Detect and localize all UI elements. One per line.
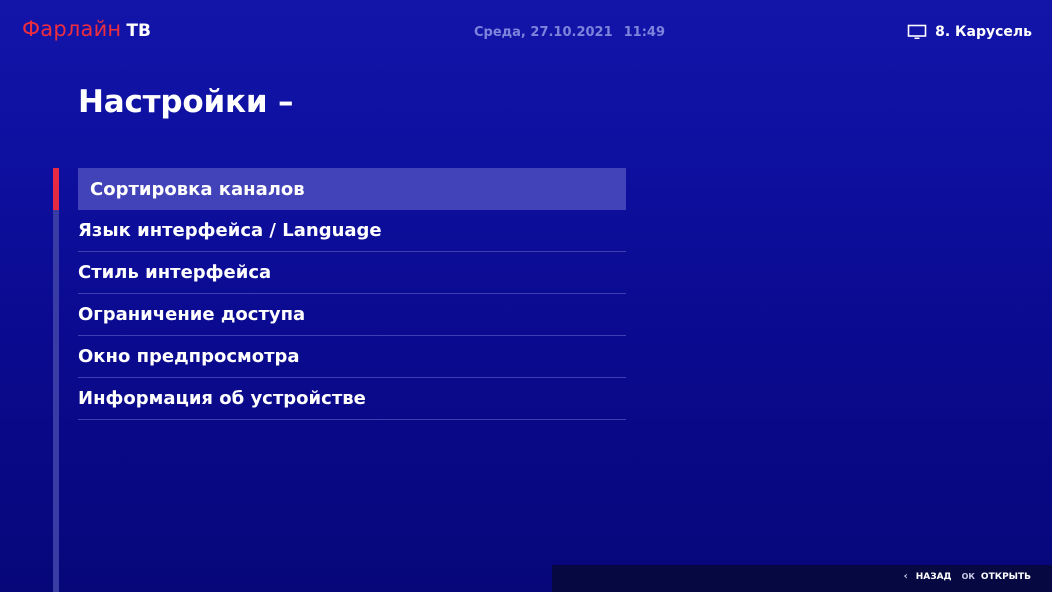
current-channel[interactable]: 8. Карусель (907, 24, 1032, 40)
logo-text: Фарлайн (22, 17, 122, 41)
scrollbar-thumb[interactable] (53, 168, 59, 210)
time-text: 11:49 (623, 25, 666, 40)
farline-tv-logo: Фарлайн ТВ (22, 17, 151, 45)
back-hint[interactable]: НАЗАД (916, 572, 952, 582)
date-text: Среда, 27.10.2021 (474, 25, 613, 40)
menu-item-label: Сортировка каналов (90, 178, 305, 200)
menu-item-channel-sorting[interactable]: Сортировка каналов (78, 168, 626, 210)
menu-item-label: Ограничение доступа (78, 304, 306, 325)
menu-item-label: Окно предпросмотра (78, 346, 300, 367)
tv-icon (907, 24, 927, 39)
logo-tv-text: ТВ (126, 21, 151, 41)
menu-item-label: Стиль интерфейса (78, 262, 272, 283)
chevron-left-icon: ‹ (903, 571, 908, 582)
menu-item-label: Информация об устройстве (78, 388, 366, 409)
settings-menu: Сортировка каналов Язык интерфейса / Lan… (78, 168, 626, 420)
footer-hint-bar: ‹ НАЗАД ОК ОТКРЫТЬ (552, 565, 1052, 592)
open-hint[interactable]: ОТКРЫТЬ (981, 572, 1031, 582)
scrollbar[interactable] (53, 168, 59, 592)
channel-name: 8. Карусель (935, 24, 1032, 40)
page-title: Настройки – (78, 84, 294, 120)
menu-item-preview-window[interactable]: Окно предпросмотра (78, 336, 626, 378)
menu-item-access-restriction[interactable]: Ограничение доступа (78, 294, 626, 336)
ok-key-hint: ОК (961, 572, 975, 581)
menu-item-label: Язык интерфейса / Language (78, 220, 382, 241)
footer-hints: ‹ НАЗАД ОК ОТКРЫТЬ (904, 571, 1031, 582)
menu-item-language[interactable]: Язык интерфейса / Language (78, 210, 626, 252)
date-time: Среда, 27.10.2021 11:49 (474, 25, 665, 40)
menu-item-interface-style[interactable]: Стиль интерфейса (78, 252, 626, 294)
menu-item-device-info[interactable]: Информация об устройстве (78, 378, 626, 420)
